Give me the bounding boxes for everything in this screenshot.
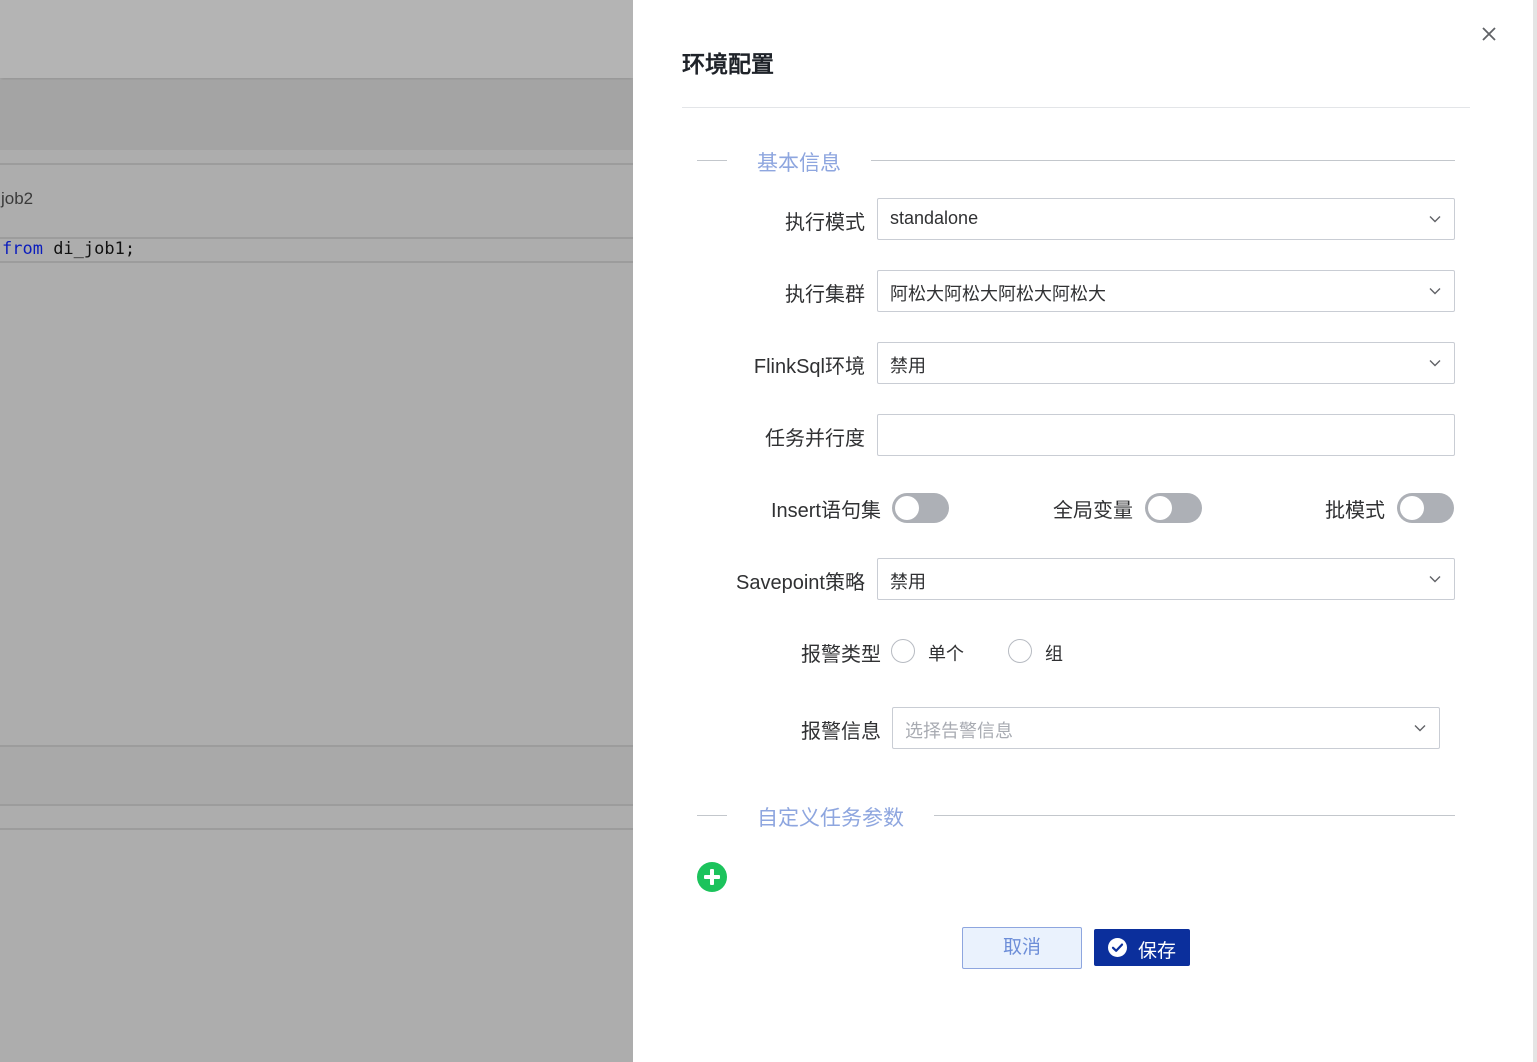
chevron-down-icon	[1429, 360, 1441, 367]
insert-set-switch[interactable]	[892, 493, 949, 523]
section-basic-info: 基本信息	[697, 145, 1455, 175]
section-divider	[697, 160, 727, 161]
alert-info-placeholder: 选择告警信息	[905, 721, 1013, 741]
drawer-title: 环境配置	[682, 51, 774, 77]
environment-config-drawer: 环境配置 基本信息 执行模式 standalone 执行集群 阿松大阿松大阿松大…	[633, 0, 1537, 1062]
switch-knob	[895, 496, 919, 520]
background-panel	[0, 747, 633, 804]
insert-set-label: Insert语句集	[770, 500, 881, 522]
savepoint-label: Savepoint策略	[736, 572, 865, 594]
global-vars-switch[interactable]	[1145, 493, 1202, 523]
section-title: 自定义任务参数	[757, 807, 904, 830]
alert-type-radio-single[interactable]	[891, 639, 915, 663]
flinksql-env-value: 禁用	[890, 356, 926, 376]
exec-cluster-label: 执行集群	[785, 284, 865, 306]
flinksql-env-label: FlinkSql环境	[753, 356, 865, 378]
close-icon[interactable]	[1479, 24, 1499, 44]
chevron-down-icon	[1429, 216, 1441, 223]
alert-info-label: 报警信息	[801, 721, 881, 743]
savepoint-value: 禁用	[890, 572, 926, 592]
exec-mode-label: 执行模式	[785, 212, 865, 234]
chevron-down-icon	[1414, 725, 1426, 732]
chevron-down-icon	[1429, 288, 1441, 295]
background-code-line: from di_job1;	[2, 239, 135, 259]
background-divider	[0, 261, 633, 263]
exec-cluster-value: 阿松大阿松大阿松大阿松大	[890, 284, 1106, 304]
background-page: job2 from di_job1;	[0, 0, 633, 1062]
alert-info-select[interactable]: 选择告警信息	[892, 707, 1440, 749]
exec-cluster-select[interactable]: 阿松大阿松大阿松大阿松大	[877, 270, 1455, 312]
background-tab-label: job2	[1, 189, 34, 208]
batch-mode-switch[interactable]	[1397, 493, 1454, 523]
chevron-down-icon	[1429, 576, 1441, 583]
background-divider	[0, 828, 633, 830]
alert-type-option-label[interactable]: 单个	[928, 640, 964, 666]
check-circle-icon	[1108, 938, 1127, 957]
batch-mode-label: 批模式	[1325, 500, 1385, 522]
code-keyword: from	[2, 239, 43, 259]
section-divider	[934, 815, 1455, 816]
flinksql-env-select[interactable]: 禁用	[877, 342, 1455, 384]
save-button[interactable]: 保存	[1094, 929, 1190, 966]
title-divider	[682, 107, 1470, 108]
parallelism-label: 任务并行度	[765, 428, 865, 450]
alert-type-option-label[interactable]: 组	[1045, 640, 1063, 666]
parallelism-input[interactable]	[877, 414, 1455, 456]
alert-type-radio-group[interactable]	[1008, 639, 1032, 663]
background-header	[0, 0, 633, 78]
background-divider	[0, 804, 633, 806]
section-title: 基本信息	[757, 152, 841, 175]
save-button-label: 保存	[1138, 941, 1177, 962]
add-param-button[interactable]	[697, 862, 727, 892]
section-divider	[697, 815, 727, 816]
alert-type-label: 报警类型	[801, 644, 881, 666]
drawer-scrollbar[interactable]	[1533, 0, 1537, 1062]
cancel-button[interactable]: 取消	[962, 927, 1082, 969]
code-text: di_job1;	[42, 239, 136, 259]
background-divider	[0, 163, 633, 165]
switch-knob	[1400, 496, 1424, 520]
exec-mode-select[interactable]: standalone	[877, 198, 1455, 240]
section-custom-params: 自定义任务参数	[697, 800, 1455, 830]
background-toolbar	[0, 80, 633, 150]
savepoint-select[interactable]: 禁用	[877, 558, 1455, 600]
global-vars-label: 全局变量	[1053, 500, 1133, 522]
section-divider	[871, 160, 1455, 161]
plus-icon	[710, 869, 714, 885]
exec-mode-value: standalone	[890, 208, 979, 228]
switch-knob	[1148, 496, 1172, 520]
